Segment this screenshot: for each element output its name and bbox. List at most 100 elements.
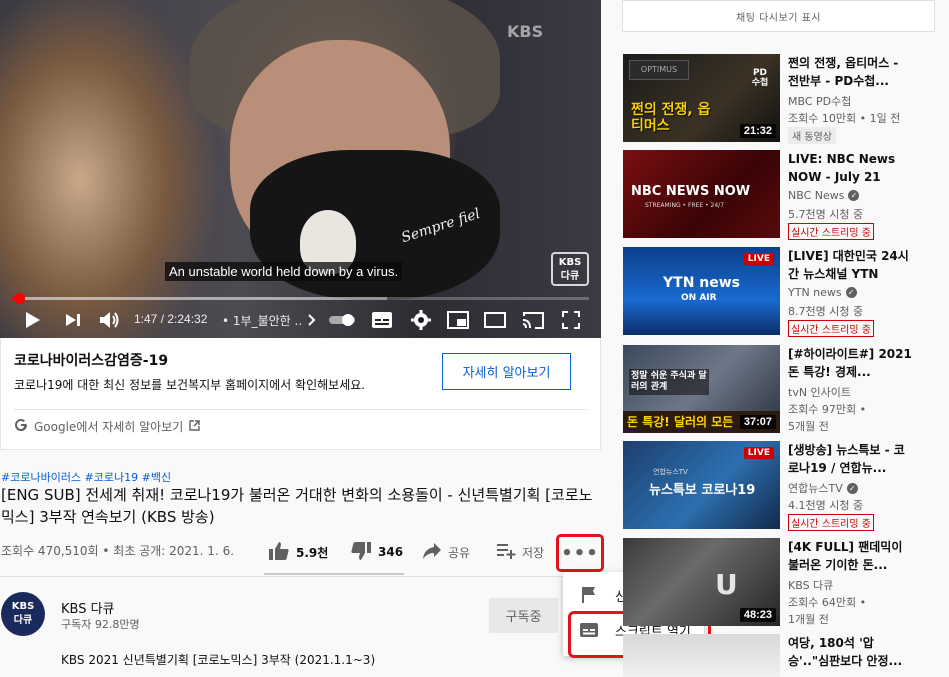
- settings-gear-icon[interactable]: [409, 308, 433, 332]
- cast-icon[interactable]: [519, 308, 547, 332]
- dislike-button[interactable]: 346: [350, 538, 403, 566]
- video-duration: 21:32: [739, 124, 776, 138]
- video-duration: 48:23: [739, 608, 776, 622]
- google-g-icon: [14, 418, 28, 435]
- play-icon[interactable]: [22, 308, 44, 332]
- video-thumbnail[interactable]: YTN news ON AIR LIVE: [623, 247, 780, 335]
- video-player[interactable]: Sempre fiel KBS KBS 다큐 An unstable world …: [0, 0, 601, 338]
- learn-more-button[interactable]: 자세히 알아보기: [442, 353, 571, 390]
- verified-check-icon: ✓: [845, 287, 857, 298]
- channel-name: NBC News ✓: [788, 189, 860, 202]
- view-count: 조회수 10만회 • 1일 전: [788, 112, 901, 125]
- like-count: 5.9천: [296, 545, 329, 560]
- recommended-video[interactable]: OPTIMUS PD 수첩 쩐의 전쟁, 옵티머스 21:32 쩐의 전쟁, 옵…: [623, 54, 949, 146]
- channel-name: 연합뉴스TV ✓: [788, 480, 858, 496]
- live-tag: LIVE: [743, 253, 774, 265]
- divider: [14, 409, 587, 410]
- upload-age: 5개월 전: [788, 420, 829, 433]
- subscriber-count: 구독자 92.8만명: [61, 618, 140, 631]
- channel-avatar[interactable]: KBS 다큐: [1, 592, 45, 636]
- video-view-count: 조회수 470,510회 • 최초 공개: 2021. 1. 6.: [1, 544, 235, 558]
- upload-age: 1개월 전: [788, 613, 829, 626]
- google-learn-more-link[interactable]: Google에서 자세히 알아보기: [14, 418, 201, 435]
- video-thumbnail[interactable]: OPTIMUS PD 수첩 쩐의 전쟁, 옵티머스 21:32: [623, 54, 780, 142]
- channel-name: MBC PD수첩: [788, 95, 852, 108]
- captions-icon[interactable]: [370, 308, 394, 332]
- verified-check-icon: ✓: [848, 190, 860, 201]
- share-button[interactable]: 공유: [422, 538, 470, 566]
- video-title[interactable]: 여당, 180석 '압승'.."심판보다 안정...: [788, 634, 913, 670]
- info-panel-title: 코로나바이러스감염증-19: [14, 353, 169, 369]
- transcript-icon: [563, 622, 615, 638]
- recommended-video[interactable]: 여당, 180석 '압승'.."심판보다 안정...: [623, 634, 949, 677]
- thumbs-up-icon: [268, 541, 290, 564]
- video-title[interactable]: 쩐의 전쟁, 옵티머스 - 전반부 - PD수첩...: [788, 54, 913, 90]
- view-count: 5.7천명 시청 중: [788, 208, 864, 221]
- live-tag: LIVE: [743, 447, 774, 459]
- miniplayer-icon[interactable]: [445, 308, 471, 332]
- more-actions-button[interactable]: •••: [556, 534, 604, 572]
- video-thumbnail[interactable]: NBC NEWS NOW STREAMING • FREE • 24/7: [623, 150, 780, 238]
- chevron-right-icon[interactable]: [305, 308, 319, 332]
- info-panel-description: 코로나19에 대한 최신 정보를 보건복지부 홈페이지에서 확인해보세요.: [14, 378, 366, 392]
- video-title[interactable]: LIVE: NBC News NOW - July 21: [788, 150, 913, 186]
- buffered-bar: [12, 297, 388, 300]
- flag-icon: [563, 586, 615, 604]
- like-button[interactable]: 5.9천: [268, 538, 328, 566]
- live-badge: 실시간 스트리밍 중: [788, 320, 874, 337]
- broadcast-watermark: KBS: [507, 22, 544, 41]
- live-badge: 실시간 스트리밍 중: [788, 514, 874, 531]
- video-thumbnail[interactable]: 연합뉴스TV 뉴스특보 코로나19 LIVE: [623, 441, 780, 529]
- youtube-watch-page: Sempre fiel KBS KBS 다큐 An unstable world …: [0, 0, 949, 677]
- view-count: 조회수 64만회 •: [788, 596, 867, 609]
- covid-info-panel: 코로나바이러스감염증-19 코로나19에 대한 최신 정보를 보건복지부 홈페이…: [0, 338, 601, 450]
- theater-mode-icon[interactable]: [482, 308, 508, 332]
- channel-name: KBS 다큐: [788, 579, 834, 592]
- share-arrow-icon: [422, 542, 442, 563]
- external-link-icon: [189, 419, 201, 434]
- recommended-video[interactable]: U 48:23 [4K FULL] 팬데믹이 불러온 기이한 돈... KBS …: [623, 538, 949, 630]
- thumbs-down-icon: [350, 541, 372, 564]
- next-icon[interactable]: [62, 308, 84, 332]
- verified-check-icon: ✓: [846, 482, 858, 494]
- chapter-title[interactable]: • 1부_불안한 ...: [222, 312, 302, 329]
- video-duration: 37:07: [739, 415, 776, 429]
- progress-bar[interactable]: [12, 293, 589, 304]
- video-description: KBS 2021 신년특별기획 [코로노믹스] 3부작 (2021.1.1~3): [61, 653, 376, 667]
- channel-name: tvN 인사이트: [788, 386, 852, 399]
- video-title[interactable]: [LIVE] 대한민국 24시간 뉴스채널 YTN: [788, 247, 913, 283]
- dislike-count: 346: [378, 545, 404, 559]
- show-chat-replay-button[interactable]: 채팅 다시보기 표시: [622, 0, 935, 32]
- autoplay-toggle[interactable]: [327, 308, 357, 332]
- player-controls: 1:47 / 2:24:32 • 1부_불안한 ...: [0, 302, 601, 338]
- video-title[interactable]: [생방송] 뉴스특보 - 코로나19 / 연합뉴...: [788, 441, 913, 477]
- video-subtitle: An unstable world held down by a virus.: [165, 262, 403, 281]
- recommended-video[interactable]: NBC NEWS NOW STREAMING • FREE • 24/7 LIV…: [623, 150, 949, 242]
- video-thumbnail[interactable]: U 48:23: [623, 538, 780, 626]
- channel-name: YTN news ✓: [788, 286, 857, 299]
- channel-name[interactable]: KBS 다큐: [61, 598, 115, 617]
- kbs-docu-logo: KBS 다큐: [551, 252, 589, 286]
- subscribed-button[interactable]: 구독중: [489, 598, 558, 633]
- view-count: 4.1천명 시청 중: [788, 499, 864, 512]
- video-title[interactable]: [#하이라이트#] 2021 돈 특강! 경제...: [788, 345, 913, 381]
- save-button[interactable]: 저장: [496, 538, 544, 566]
- video-title: [ENG SUB] 전세계 취재! 코로나19가 불러온 거대한 변화의 소용돌…: [1, 486, 593, 526]
- live-badge: 실시간 스트리밍 중: [788, 223, 874, 240]
- like-ratio-bar: [264, 573, 404, 575]
- video-thumbnail[interactable]: [623, 634, 780, 677]
- view-count: 조회수 97만회 •: [788, 403, 867, 416]
- playlist-add-icon: [496, 542, 516, 563]
- recommended-video[interactable]: YTN news ON AIR LIVE [LIVE] 대한민국 24시간 뉴스…: [623, 247, 949, 339]
- more-dots-icon: •••: [561, 542, 599, 564]
- video-title[interactable]: [4K FULL] 팬데믹이 불러온 기이한 돈...: [788, 538, 913, 574]
- video-thumbnail[interactable]: 정말 쉬운 주식과 달러의 관계 돈 특강! 달러의 모든 37:07: [623, 345, 780, 433]
- fullscreen-icon[interactable]: [559, 308, 583, 332]
- recommended-video[interactable]: 연합뉴스TV 뉴스특보 코로나19 LIVE [생방송] 뉴스특보 - 코로나1…: [623, 441, 949, 533]
- volume-icon[interactable]: [97, 308, 123, 332]
- view-count: 8.7천명 시청 중: [788, 305, 864, 318]
- video-hashtags[interactable]: #코로나바이러스 #코로나19 #백신: [1, 469, 171, 485]
- new-video-badge: 새 동영상: [788, 127, 836, 144]
- time-display: 1:47 / 2:24:32: [134, 312, 208, 326]
- recommended-video[interactable]: 정말 쉬운 주식과 달러의 관계 돈 특강! 달러의 모든 37:07 [#하이…: [623, 345, 949, 437]
